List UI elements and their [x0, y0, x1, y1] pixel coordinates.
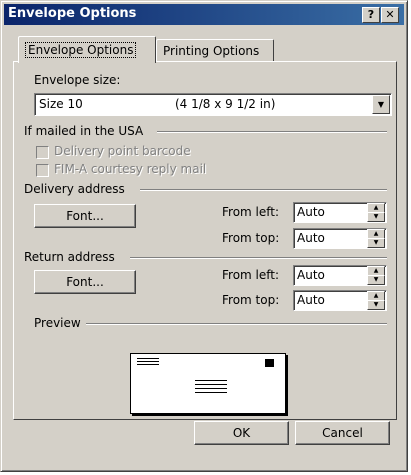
return-from-left-value: Auto — [297, 268, 325, 282]
return-from-top-value: Auto — [297, 293, 325, 307]
envelope-size-dims: (4 1/8 x 9 1/2 in) — [175, 97, 276, 111]
delivery-from-left-spinner[interactable]: Auto ▲ ▼ — [293, 202, 387, 223]
stamp-icon — [265, 359, 274, 367]
spin-down-icon[interactable]: ▼ — [367, 275, 385, 285]
return-address-line — [137, 361, 159, 362]
delivery-address-line — [195, 388, 227, 389]
group-divider — [157, 131, 387, 133]
tab-envelope-options[interactable]: Envelope Options — [18, 36, 156, 63]
ok-button[interactable]: OK — [194, 421, 289, 445]
delivery-address-line — [195, 384, 227, 385]
delivery-barcode-label: Delivery point barcode — [54, 144, 191, 158]
return-from-left-spinner[interactable]: Auto ▲ ▼ — [293, 265, 387, 286]
delivery-address-group-label: Delivery address — [24, 182, 125, 196]
envelope-size-label: Envelope size: — [34, 73, 121, 87]
close-button[interactable]: ✕ — [381, 7, 399, 23]
title-bar[interactable]: Envelope Options ? ✕ — [4, 4, 404, 25]
help-button[interactable]: ? — [362, 7, 380, 23]
spin-down-icon[interactable]: ▼ — [367, 238, 385, 248]
cancel-button[interactable]: Cancel — [295, 421, 390, 445]
group-divider — [140, 189, 387, 191]
return-from-top-label: From top: — [222, 293, 280, 307]
envelope-preview[interactable] — [130, 353, 286, 414]
spin-down-icon[interactable]: ▼ — [367, 300, 385, 310]
chevron-down-icon[interactable]: ▼ — [372, 95, 390, 114]
delivery-from-left-label: From left: — [222, 205, 280, 219]
return-address-line — [137, 358, 159, 359]
envelope-size-select[interactable]: Size 10 (4 1/8 x 9 1/2 in) ▼ — [34, 93, 392, 116]
return-from-left-label: From left: — [222, 268, 280, 282]
delivery-font-button[interactable]: Font... — [34, 204, 136, 228]
delivery-barcode-checkbox[interactable] — [36, 146, 49, 159]
delivery-address-line — [195, 392, 227, 393]
return-from-top-spinner[interactable]: Auto ▲ ▼ — [293, 290, 387, 311]
spin-down-icon[interactable]: ▼ — [367, 212, 385, 222]
delivery-from-top-label: From top: — [222, 231, 280, 245]
return-font-button[interactable]: Font... — [34, 270, 136, 294]
envelope-size-name: Size 10 — [39, 97, 83, 111]
preview-group-label: Preview — [34, 316, 81, 330]
group-divider — [86, 323, 387, 325]
mailed-usa-group-label: If mailed in the USA — [24, 124, 144, 138]
delivery-address-line — [195, 380, 227, 381]
delivery-from-top-spinner[interactable]: Auto ▲ ▼ — [293, 228, 387, 249]
fim-a-checkbox[interactable] — [36, 164, 49, 177]
group-divider — [130, 257, 387, 259]
tab-printing-options-label: Printing Options — [163, 44, 260, 58]
dialog-title: Envelope Options — [8, 6, 137, 21]
tab-printing-options[interactable]: Printing Options — [156, 39, 274, 62]
return-address-group-label: Return address — [24, 250, 115, 264]
tab-envelope-options-label: Envelope Options — [25, 42, 137, 58]
delivery-from-left-value: Auto — [297, 205, 325, 219]
fim-a-label: FIM-A courtesy reply mail — [54, 162, 207, 176]
delivery-from-top-value: Auto — [297, 231, 325, 245]
return-address-line — [137, 364, 159, 365]
